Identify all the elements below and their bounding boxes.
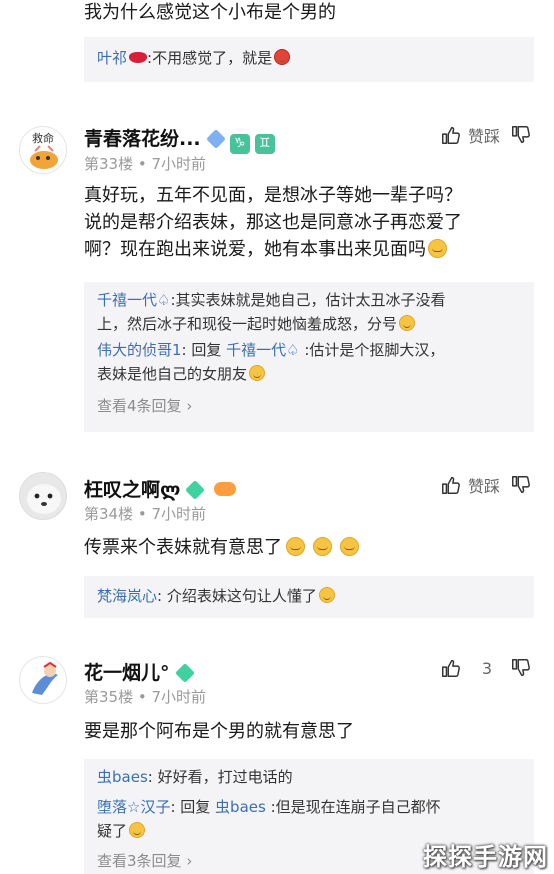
username-text[interactable]: 枉叹之啊ლ <box>84 479 180 501</box>
gamepad-icon <box>214 482 237 496</box>
zodiac-capricorn-icon: ♑ <box>229 134 250 154</box>
reply-item[interactable]: 伟大的侦哥1: 回复 千禧一代♤ :估计是个抠脚大汉， 表妹是他自己的女朋友 <box>97 338 521 386</box>
comment-body-line: 说的是帮介绍表妹，那这也是同意冰子再恋爱了 <box>84 212 462 233</box>
reply-text: :估计是个抠脚大汉， <box>299 341 445 359</box>
view-more-replies[interactable]: 查看4条回复 › <box>97 394 521 418</box>
comment-body-text: 传票来个表妹就有意思了 <box>84 537 282 558</box>
comment-34: 枉叹之啊ლ 第34楼 • 7小时前 赞踩 传票来个表妹就有意思了 梵海岚心: 介… <box>0 470 554 620</box>
like-dislike-actions: 赞踩 <box>440 473 532 497</box>
thumb-up-icon[interactable] <box>440 657 462 679</box>
comment-body: 要是那个阿布是个男的就有意思了 <box>84 721 354 742</box>
thumb-down-icon[interactable] <box>510 657 532 679</box>
watermark: 探探手游网 <box>423 843 548 871</box>
like-label[interactable]: 赞踩 <box>468 473 500 497</box>
emoji-icon <box>399 315 416 331</box>
like-dislike-actions: 3 <box>440 657 532 679</box>
thumb-up-icon[interactable] <box>440 474 462 496</box>
avatar-caption: 救命 <box>32 132 54 145</box>
reply-text: 上，然后冰子和现役一起时她恼羞成怒，分号 <box>97 315 398 333</box>
level-diamond-icon <box>185 480 206 500</box>
emoji-icon <box>286 537 305 556</box>
thumb-down-icon[interactable] <box>510 124 532 146</box>
reply-text: 表妹是他自己的女朋友 <box>97 365 248 383</box>
level-diamond-icon <box>205 129 226 149</box>
comment-body: 真好玩，五年不见面，是想冰子等她一辈子吗？ 说的是帮介绍表妹，那这也是同意冰子再… <box>84 182 524 263</box>
emoji-icon <box>340 537 359 556</box>
emoji-icon <box>249 365 266 381</box>
reply-item[interactable]: 虫baes: 好好看，打过电话的 <box>97 765 521 789</box>
reply-user-link[interactable]: 叶祁 <box>97 49 127 67</box>
reply-box-top[interactable]: 叶祁 :不用感觉了，就是 <box>84 37 534 82</box>
lips-icon <box>129 52 148 63</box>
view-more-label[interactable]: 查看4条回复 <box>97 397 182 415</box>
reply-target-link[interactable]: 虫baes <box>215 798 266 816</box>
like-dislike-actions: 赞踩 <box>440 123 532 147</box>
like-label[interactable]: 赞踩 <box>468 123 500 147</box>
emoji-icon <box>428 239 447 258</box>
reply-box[interactable]: 千禧一代♤:其实表妹就是她自己，估计太丑冰子没看 上，然后冰子和现役一起时她恼羞… <box>84 282 534 432</box>
reply-text: :不用感觉了，就是 <box>147 49 273 67</box>
comment-body-line: 啊？现在跑出来说爱，她有本事出来见面吗 <box>84 236 524 263</box>
comment-33: 救命 青春落花纷... ♑ ♊ 第33楼 • 7小时前 赞踩 真好玩，五年不见面，是… <box>0 118 554 438</box>
reply-text: :但是现在连崩子自己都怀 <box>265 798 441 816</box>
thumb-up-icon[interactable] <box>440 124 462 146</box>
emoji-icon <box>318 587 335 603</box>
level-diamond-icon <box>174 663 195 683</box>
chevron-right-icon: › <box>186 852 193 870</box>
reply-target-link[interactable]: 千禧一代♤ <box>226 341 299 359</box>
comment-username[interactable]: 枉叹之啊ლ <box>84 475 237 502</box>
emoji-icon <box>313 537 332 556</box>
comment-username[interactable]: 花一烟儿° <box>84 658 195 685</box>
reply-box[interactable]: 梵海岚心: 介绍表妹这句让人懂了 <box>84 576 534 618</box>
reply-user-link[interactable]: 伟大的侦哥1 <box>97 341 182 359</box>
reply-text: :其实表妹就是她自己，估计太丑冰子没看 <box>170 291 446 309</box>
reply-user-link[interactable]: 梵海岚心 <box>97 587 157 605</box>
comment-meta: 第34楼 • 7小时前 <box>84 505 207 523</box>
reply-user-link[interactable]: 千禧一代♤ <box>97 291 170 309</box>
avatar[interactable] <box>19 656 67 704</box>
reply-separator: : 回复 <box>170 798 216 816</box>
comment-username[interactable]: 青春落花纷... ♑ ♊ <box>84 124 275 154</box>
previous-comment-text: 我为什么感觉这个小布是个男的 <box>84 2 336 23</box>
username-text[interactable]: 青春落花纷... <box>84 128 201 150</box>
thumb-down-icon[interactable] <box>510 474 532 496</box>
comment-meta: 第33楼 • 7小时前 <box>84 155 207 173</box>
avatar[interactable] <box>19 472 67 520</box>
reply-separator: : 回复 <box>181 341 227 359</box>
like-count[interactable]: 3 <box>482 659 492 678</box>
comment-body: 传票来个表妹就有意思了 <box>84 534 524 561</box>
comment-meta: 第35楼 • 7小时前 <box>84 688 207 706</box>
avatar[interactable]: 救命 <box>19 126 67 174</box>
chevron-right-icon: › <box>186 397 193 415</box>
reply-text: : 介绍表妹这句让人懂了 <box>157 587 317 605</box>
reply-user-link[interactable]: 虫baes <box>97 768 148 786</box>
zodiac-gemini-icon: ♊ <box>254 134 275 154</box>
view-more-label[interactable]: 查看3条回复 <box>97 852 182 870</box>
reply-item[interactable]: 堕落☆汉子: 回复 虫baes :但是现在连崩子自己都怀 疑了 <box>97 795 521 843</box>
emoji-icon <box>129 822 146 838</box>
angry-emoji-icon <box>274 49 291 65</box>
reply-text: 疑了 <box>97 822 128 840</box>
reply-text: : 好好看，打过电话的 <box>147 768 293 786</box>
reply-user-link[interactable]: 堕落☆汉子 <box>97 798 170 816</box>
username-text[interactable]: 花一烟儿° <box>84 662 170 684</box>
comment-body-text: 啊？现在跑出来说爱，她有本事出来见面吗 <box>84 239 426 260</box>
comment-body-line: 真好玩，五年不见面，是想冰子等她一辈子吗？ <box>84 185 462 206</box>
reply-item[interactable]: 千禧一代♤:其实表妹就是她自己，估计太丑冰子没看 上，然后冰子和现役一起时她恼羞… <box>97 288 521 336</box>
